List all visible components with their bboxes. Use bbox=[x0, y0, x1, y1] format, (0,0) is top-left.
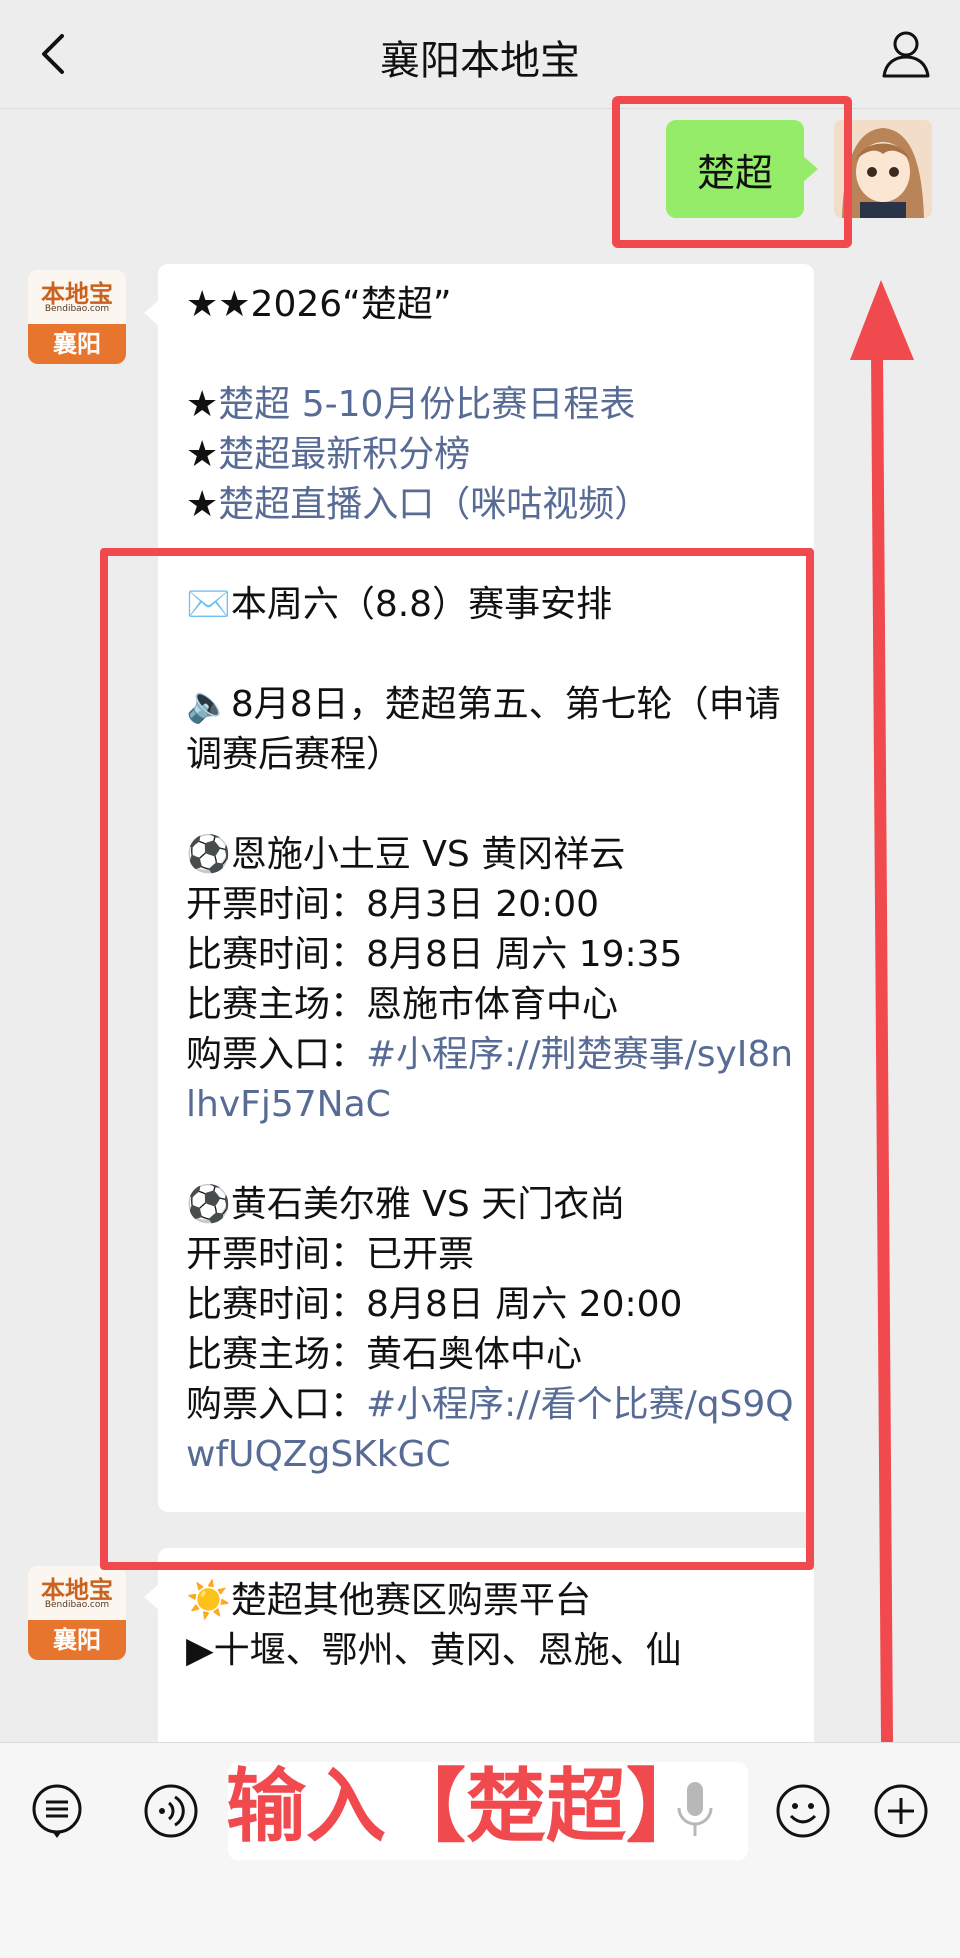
plus-icon[interactable] bbox=[872, 1782, 930, 1840]
input-overlay-text: 输入【楚超】 bbox=[226, 1760, 706, 1853]
red-arrow-icon bbox=[850, 280, 914, 1742]
menu-list-icon[interactable] bbox=[28, 1782, 86, 1840]
voice-mode-icon[interactable] bbox=[142, 1782, 200, 1840]
microphone-icon[interactable] bbox=[670, 1778, 720, 1842]
emoji-icon[interactable] bbox=[774, 1782, 832, 1840]
